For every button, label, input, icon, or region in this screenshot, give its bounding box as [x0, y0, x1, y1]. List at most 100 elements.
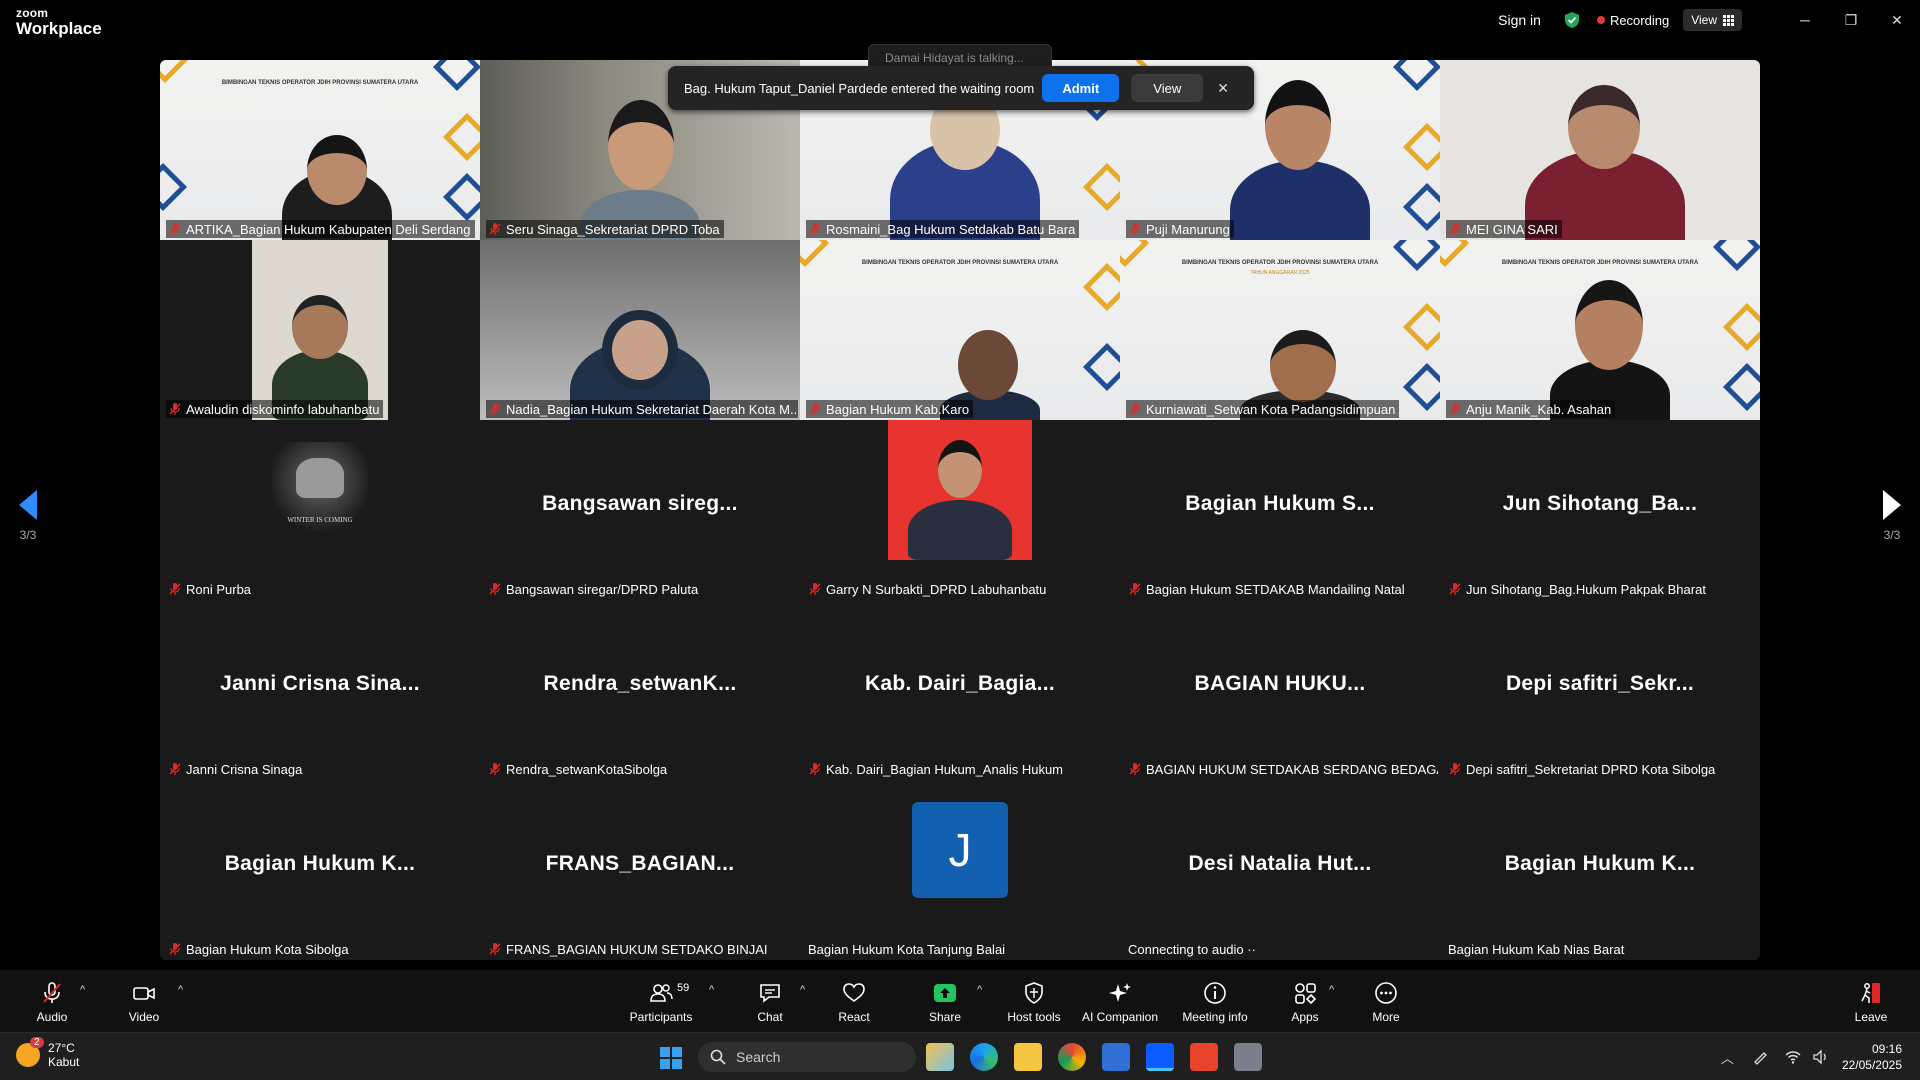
- show-hidden-icons-chevron-icon[interactable]: ︿: [1721, 1048, 1734, 1067]
- pdf-reader-icon[interactable]: [1190, 1043, 1218, 1071]
- wifi-icon[interactable]: [1784, 1048, 1802, 1066]
- minimize-button[interactable]: ─: [1782, 0, 1828, 40]
- participant-tile[interactable]: Depi safitri_Sekr... Depi safitri_Sekret…: [1440, 600, 1760, 780]
- muted-mic-icon: [489, 583, 501, 595]
- react-label: React: [838, 1010, 870, 1024]
- chat-button[interactable]: Chat: [750, 976, 790, 1028]
- edge-browser-icon[interactable]: [970, 1043, 998, 1071]
- participant-tile[interactable]: Janni Crisna Sina... Janni Crisna Sinaga: [160, 600, 480, 780]
- participant-name: MEI GINA SARI: [1466, 221, 1558, 237]
- close-window-button[interactable]: ✕: [1874, 0, 1920, 40]
- clock[interactable]: 09:16 22/05/2025: [1842, 1041, 1902, 1073]
- meeting-info-button[interactable]: Meeting info: [1180, 976, 1250, 1028]
- muted-mic-icon: [169, 763, 181, 775]
- participant-name-tag: Bangsawan siregar/DPRD Paluta: [486, 580, 702, 598]
- participant-tile[interactable]: Bangsawan sireg... Bangsawan siregar/DPR…: [480, 420, 800, 600]
- notification-message: Bag. Hukum Taput_Daniel Pardede entered …: [684, 80, 1035, 96]
- muted-mic-icon: [1129, 763, 1141, 775]
- file-explorer-icon[interactable]: [1014, 1043, 1042, 1071]
- weather-sun-icon: 2: [16, 1037, 44, 1067]
- next-page-button[interactable]: 3/3: [1872, 490, 1912, 542]
- copilot-icon[interactable]: [926, 1043, 954, 1071]
- apps-options-caret[interactable]: ^: [1329, 984, 1334, 996]
- participant-name-tag: Bagian Hukum Kab Nias Barat: [1446, 940, 1628, 958]
- pen-keyboard-icon[interactable]: [1752, 1048, 1770, 1066]
- participant-display-name: Jun Sihotang_Ba...: [1502, 492, 1698, 515]
- participant-tile[interactable]: Bagian Hukum S... Bagian Hukum SETDAKAB …: [1120, 420, 1440, 600]
- participant-tile[interactable]: MEI GINA SARI: [1440, 60, 1760, 240]
- participant-name: Bagian Hukum Kab Nias Barat: [1448, 941, 1625, 957]
- view-waiting-room-button[interactable]: View: [1131, 74, 1204, 102]
- participant-display-name: Depi safitri_Sekr...: [1505, 672, 1695, 695]
- ai-companion-button[interactable]: AI Companion: [1082, 976, 1158, 1028]
- recording-indicator[interactable]: Recording: [1596, 13, 1669, 28]
- search-icon: [710, 1049, 726, 1065]
- participants-count: 59: [677, 982, 690, 994]
- zoom-meeting-window: zoom Workplace Sign in Recording View ─ …: [0, 0, 1920, 1080]
- participant-display-name: Bagian Hukum S...: [1185, 492, 1375, 515]
- muted-mic-icon: [1449, 223, 1461, 235]
- react-button[interactable]: React: [834, 976, 874, 1028]
- participant-name-tag: Kurniawati_Setwan Kota Padangsidimpuan: [1126, 400, 1400, 418]
- leave-button[interactable]: Leave: [1851, 976, 1891, 1028]
- participant-tile[interactable]: BIMBINGAN TEKNIS OPERATOR JDIH PROVINSI …: [1440, 240, 1760, 420]
- participant-tile[interactable]: Rendra_setwanK... Rendra_setwanKotaSibol…: [480, 600, 800, 780]
- avatar-letter: J: [948, 824, 972, 876]
- participants-icon: [650, 984, 673, 1002]
- security-shield-icon[interactable]: [1563, 11, 1581, 29]
- participant-video: BIMBINGAN TEKNIS OPERATOR JDIH PROVINSI …: [160, 60, 480, 240]
- participant-tile[interactable]: J Bagian Hukum Kota Tanjung Balai: [800, 780, 1120, 960]
- close-notification-button[interactable]: ✕: [1217, 80, 1229, 97]
- participant-tile[interactable]: Kab. Dairi_Bagia... Kab. Dairi_Bagian Hu…: [800, 600, 1120, 780]
- chat-options-caret[interactable]: ^: [800, 984, 805, 996]
- video-options-caret[interactable]: ^: [178, 984, 183, 996]
- volume-icon[interactable]: [1812, 1048, 1830, 1066]
- participant-tile[interactable]: BAGIAN HUKU... BAGIAN HUKUM SETDAKAB SER…: [1120, 600, 1440, 780]
- audio-options-caret[interactable]: ^: [80, 984, 85, 996]
- brand-top: zoom: [16, 6, 49, 20]
- audio-button[interactable]: Audio: [30, 976, 74, 1028]
- zoom-app-icon[interactable]: [1146, 1043, 1174, 1071]
- participant-tile[interactable]: Desi Natalia Hut... Connecting to audio …: [1120, 780, 1440, 960]
- arrow-left-icon: [19, 490, 37, 520]
- apps-button[interactable]: Apps: [1285, 976, 1325, 1028]
- chrome-browser-icon[interactable]: [1058, 1043, 1086, 1071]
- participants-options-caret[interactable]: ^: [709, 984, 714, 996]
- previous-page-button[interactable]: 3/3: [8, 490, 48, 542]
- participant-tile[interactable]: Bagian Hukum K... Bagian Hukum Kab Nias …: [1440, 780, 1760, 960]
- restore-button[interactable]: ❐: [1828, 0, 1874, 40]
- participant-tile[interactable]: BIMBINGAN TEKNIS OPERATOR JDIH PROVINSI …: [160, 60, 480, 240]
- participant-tile[interactable]: Garry N Surbakti_DPRD Labuhanbatu: [800, 420, 1120, 600]
- muted-mic-icon: [489, 763, 501, 775]
- participant-tile[interactable]: Bagian Hukum K... Bagian Hukum Kota Sibo…: [160, 780, 480, 960]
- video-gallery: BIMBINGAN TEKNIS OPERATOR JDIH PROVINSI …: [160, 60, 1760, 960]
- admit-button[interactable]: Admit: [1042, 74, 1120, 102]
- participant-tile[interactable]: Awaludin diskominfo labuhanbatu: [160, 240, 480, 420]
- share-button[interactable]: Share: [925, 976, 965, 1028]
- more-button[interactable]: More: [1366, 976, 1406, 1028]
- muted-mic-icon: [809, 763, 821, 775]
- participant-tile[interactable]: BIMBINGAN TEKNIS OPERATOR JDIH PROVINSI …: [1120, 240, 1440, 420]
- windows-start-icon[interactable]: [659, 1046, 683, 1070]
- sign-in-link[interactable]: Sign in: [1498, 12, 1541, 28]
- weather-widget[interactable]: 2 27°C Kabut: [16, 1037, 79, 1069]
- notepad-icon[interactable]: [1102, 1043, 1130, 1071]
- view-button[interactable]: View: [1683, 9, 1742, 31]
- share-options-caret[interactable]: ^: [977, 984, 982, 996]
- host-tools-button[interactable]: Host tools: [1006, 976, 1062, 1028]
- video-button[interactable]: Video: [124, 976, 164, 1028]
- participant-tile[interactable]: FRANS_BAGIAN... FRANS_BAGIAN HUKUM SETDA…: [480, 780, 800, 960]
- participant-name-tag: Janni Crisna Sinaga: [166, 760, 306, 778]
- participant-tile[interactable]: WINTER IS COMING Roni Purba: [160, 420, 480, 600]
- participant-tile[interactable]: Nadia_Bagian Hukum Sekretariat Daerah Ko…: [480, 240, 800, 420]
- system-app-icon[interactable]: [1234, 1043, 1262, 1071]
- participant-name: Rosmaini_Bag Hukum Setdakab Batu Bara: [826, 221, 1076, 237]
- participant-tile[interactable]: Jun Sihotang_Ba... Jun Sihotang_Bag.Huku…: [1440, 420, 1760, 600]
- zoom-workplace-logo: zoom Workplace: [16, 7, 102, 37]
- participant-name-tag: FRANS_BAGIAN HUKUM SETDAKO BINJAI: [486, 940, 772, 958]
- heart-icon: [843, 983, 865, 1002]
- participant-video: [480, 240, 800, 420]
- taskbar-search[interactable]: Search: [698, 1042, 916, 1072]
- muted-microphone-icon: [43, 982, 61, 1003]
- participant-tile[interactable]: BIMBINGAN TEKNIS OPERATOR JDIH PROVINSI …: [800, 240, 1120, 420]
